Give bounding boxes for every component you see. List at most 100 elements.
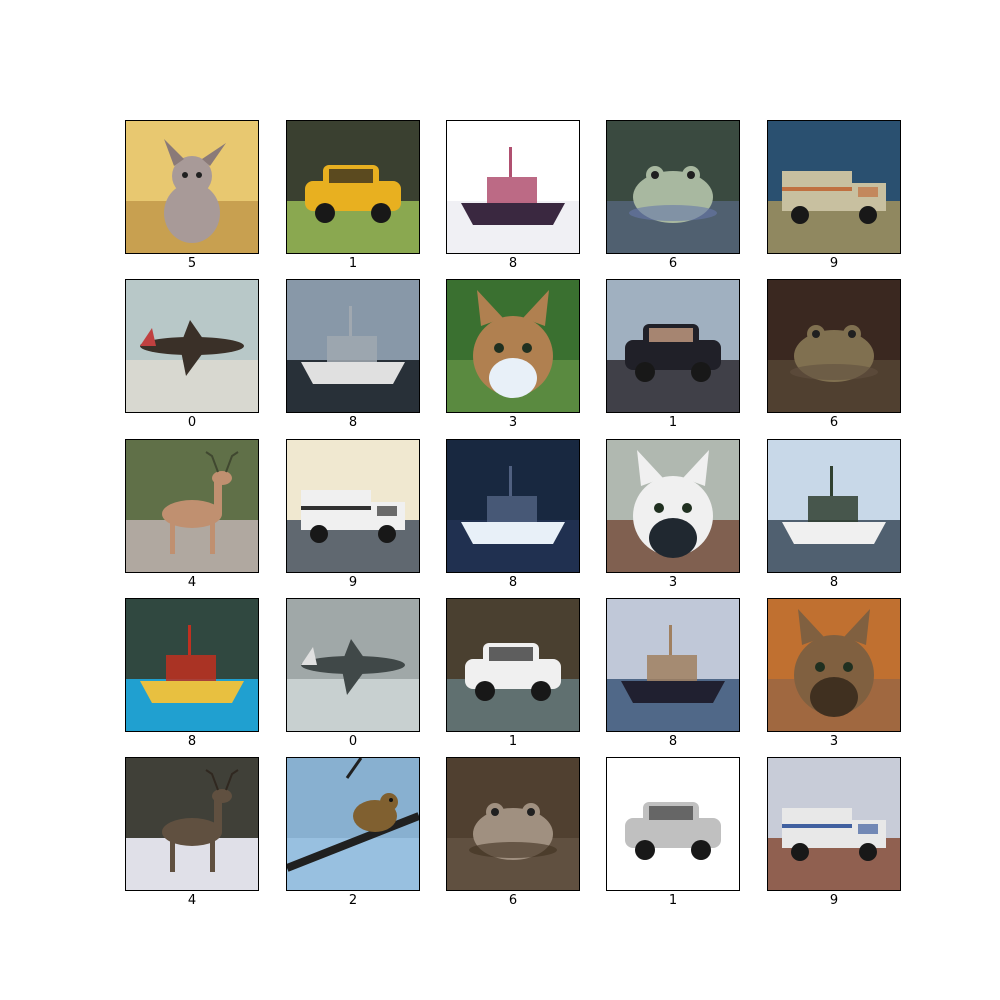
thumbnail-picture [768,280,900,412]
thumbnail-ship [767,439,901,573]
thumbnail-automobile [606,757,740,891]
thumbnail-picture [768,599,900,731]
class-label: 8 [348,415,358,430]
class-label: 4 [187,575,197,590]
thumbnail-picture [447,121,579,253]
grid-cell: 6 [767,279,901,431]
grid-cell: 4 [125,439,259,591]
grid-cell: 1 [286,120,420,272]
thumbnail-deer [125,757,259,891]
class-label: 9 [829,893,839,908]
thumbnail-picture [126,599,258,731]
thumbnail-frog [767,279,901,413]
grid-cell: 8 [125,598,259,750]
thumbnail-picture [287,280,419,412]
thumbnail-automobile [286,120,420,254]
grid-cell: 3 [767,598,901,750]
thumbnail-deer [125,439,259,573]
thumbnail-frog [446,757,580,891]
grid-cell: 2 [286,757,420,909]
class-label: 8 [187,734,197,749]
thumbnail-truck [286,439,420,573]
class-label: 1 [668,893,678,908]
grid-cell: 9 [767,757,901,909]
class-label: 3 [668,575,678,590]
thumbnail-cat [606,439,740,573]
grid-cell: 8 [606,598,740,750]
grid-cell: 3 [446,279,580,431]
thumbnail-picture [768,758,900,890]
class-label: 8 [508,256,518,271]
thumbnail-picture [287,440,419,572]
thumbnail-picture [447,280,579,412]
class-label: 3 [508,415,518,430]
thumbnail-picture [126,758,258,890]
class-label: 0 [348,734,358,749]
thumbnail-picture [287,121,419,253]
grid-cell: 0 [125,279,259,431]
thumbnail-picture [126,280,258,412]
thumbnail-cat [446,279,580,413]
thumbnail-picture [768,121,900,253]
grid-cell: 5 [125,120,259,272]
thumbnail-ship [606,598,740,732]
thumbnail-airplane [286,598,420,732]
thumbnail-picture [607,121,739,253]
image-grid: 5 1 8 6 9 0 8 3 1 6 4 9 8 3 8 8 0 1 8 3 4 2 6 1 9 [0,0,1000,1000]
grid-cell: 6 [446,757,580,909]
class-label: 9 [348,575,358,590]
thumbnail-picture [768,440,900,572]
class-label: 8 [829,575,839,590]
grid-cell: 1 [606,279,740,431]
class-label: 8 [508,575,518,590]
class-label: 2 [348,893,358,908]
thumbnail-picture [126,440,258,572]
thumbnail-ship [446,439,580,573]
thumbnail-automobile [446,598,580,732]
thumbnail-frog [606,120,740,254]
grid-cell: 3 [606,439,740,591]
grid-cell: 0 [286,598,420,750]
grid-cell: 9 [767,120,901,272]
thumbnail-picture [447,440,579,572]
thumbnail-bird [286,757,420,891]
thumbnail-ship [125,598,259,732]
thumbnail-cat [767,598,901,732]
thumbnail-picture [287,758,419,890]
thumbnail-ship [286,279,420,413]
class-label: 6 [829,415,839,430]
grid-cell: 4 [125,757,259,909]
grid-cell: 8 [286,279,420,431]
class-label: 1 [508,734,518,749]
grid-cell: 8 [446,439,580,591]
grid-cell: 6 [606,120,740,272]
thumbnail-picture [126,121,258,253]
thumbnail-picture [287,599,419,731]
class-label: 1 [668,415,678,430]
thumbnail-airplane [125,279,259,413]
class-label: 4 [187,893,197,908]
class-label: 1 [348,256,358,271]
class-label: 6 [508,893,518,908]
class-label: 0 [187,415,197,430]
thumbnail-truck [767,757,901,891]
thumbnail-picture [607,440,739,572]
grid-cell: 8 [767,439,901,591]
thumbnail-automobile [606,279,740,413]
thumbnail-picture [447,758,579,890]
class-label: 8 [668,734,678,749]
class-label: 6 [668,256,678,271]
class-label: 9 [829,256,839,271]
thumbnail-ship [446,120,580,254]
grid-cell: 9 [286,439,420,591]
grid-cell: 1 [606,757,740,909]
grid-cell: 8 [446,120,580,272]
class-label: 3 [829,734,839,749]
thumbnail-dog [125,120,259,254]
thumbnail-picture [447,599,579,731]
grid-cell: 1 [446,598,580,750]
thumbnail-picture [607,599,739,731]
class-label: 5 [187,256,197,271]
thumbnail-picture [607,758,739,890]
thumbnail-picture [607,280,739,412]
